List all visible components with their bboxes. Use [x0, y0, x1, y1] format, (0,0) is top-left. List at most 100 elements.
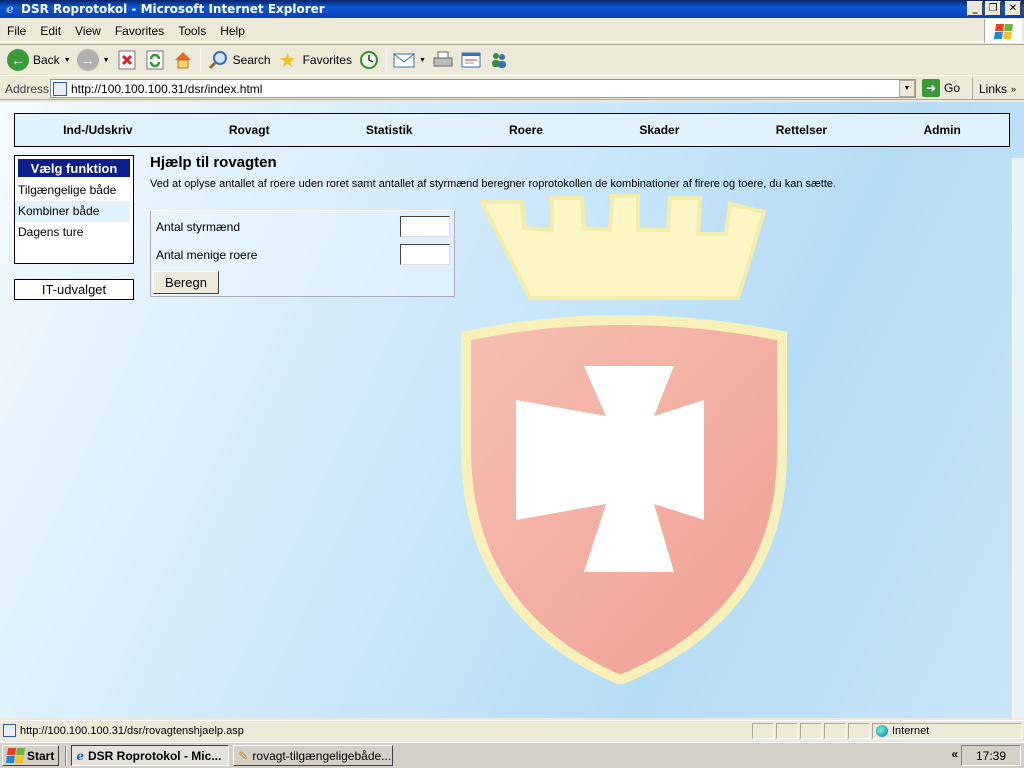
menu-help[interactable]: Help [213, 24, 252, 38]
stop-button[interactable] [113, 46, 141, 74]
favorites-button[interactable]: ★ Favorites [274, 46, 355, 74]
taskbar-item-ie[interactable]: e DSR Roprotokol - Mic... [71, 745, 230, 766]
address-label: Address [5, 81, 50, 96]
it-udvalget-link[interactable]: IT-udvalget [14, 279, 134, 300]
back-arrow-icon: ← [7, 49, 29, 71]
system-tray: 17:39 [961, 745, 1021, 766]
chevron-right-icon: » [1011, 84, 1017, 94]
security-zone: Internet [872, 723, 1022, 739]
refresh-icon [144, 49, 166, 71]
taskbar-item-label: rovagt-tilgængeligebåde... [252, 748, 392, 763]
page-description: Ved at oplyse antallet af roere uden ror… [150, 178, 837, 190]
nav-ind-udskriv[interactable]: Ind-/Udskriv [63, 123, 132, 137]
sidebar-item-tilgaengelige-baade[interactable]: Tilgængelige både [15, 180, 133, 201]
function-sidebar: Vælg funktion Tilgængelige både Kombiner… [14, 155, 134, 264]
paint-icon: ✎ [238, 748, 249, 763]
messenger-button[interactable] [485, 46, 513, 74]
back-button[interactable]: ← Back ▼ [4, 46, 74, 74]
menu-favorites[interactable]: Favorites [108, 24, 171, 38]
crest-watermark-icon [461, 194, 787, 684]
home-button[interactable] [169, 46, 197, 74]
forward-arrow-icon: → [76, 49, 99, 71]
ie-icon: e [76, 748, 84, 763]
window-title-bar[interactable]: e DSR Roprotokol - Microsoft Internet Ex… [0, 0, 1024, 18]
address-input[interactable]: http://100.100.100.31/dsr/index.html ▼ [50, 79, 916, 98]
taskbar-item-paint[interactable]: ✎ rovagt-tilgængeligebåde... [233, 745, 394, 766]
address-dropdown-icon[interactable]: ▼ [899, 80, 915, 97]
sidebar-header: Vælg funktion [18, 159, 130, 177]
nav-rettelser[interactable]: Rettelser [776, 123, 827, 137]
history-icon [358, 49, 380, 71]
sidebar-item-kombiner-baade[interactable]: Kombiner både [15, 201, 130, 222]
beregn-button[interactable]: Beregn [153, 271, 219, 294]
page-icon [53, 81, 67, 96]
search-icon [207, 49, 229, 71]
printer-icon [432, 49, 454, 71]
vertical-scrollbar[interactable] [1012, 158, 1024, 718]
menu-view[interactable]: View [68, 24, 108, 38]
taskbar-separator [65, 745, 68, 766]
status-url: http://100.100.100.31/dsr/rovagtenshjael… [20, 724, 244, 737]
stop-icon [116, 49, 138, 71]
windows-logo-icon [984, 19, 1022, 43]
nav-roere[interactable]: Roere [509, 123, 543, 137]
taskbar: Start e DSR Roprotokol - Mic... ✎ rovagt… [0, 742, 1024, 768]
nav-statistik[interactable]: Statistik [366, 123, 413, 137]
go-arrow-icon: ➜ [922, 79, 940, 97]
toolbar: ← Back ▼ → ▼ Search ★ Favorites ▼ [0, 44, 1024, 76]
restore-button[interactable]: ❐ [985, 1, 1001, 16]
history-button[interactable] [355, 46, 383, 74]
favorites-star-icon: ★ [278, 49, 297, 72]
status-bar: http://100.100.100.31/dsr/rovagtenshjael… [0, 720, 1024, 740]
back-dropdown-icon[interactable]: ▼ [64, 57, 71, 64]
menu-edit[interactable]: Edit [33, 24, 68, 38]
toolbar-separator [199, 48, 201, 72]
forward-dropdown-icon[interactable]: ▼ [103, 57, 110, 64]
styrmaend-input[interactable] [400, 216, 450, 237]
print-button[interactable] [429, 46, 457, 74]
refresh-button[interactable] [141, 46, 169, 74]
mail-dropdown-icon[interactable]: ▼ [419, 57, 426, 64]
favorites-label: Favorites [302, 53, 352, 67]
close-button[interactable]: ✕ [1005, 1, 1021, 16]
start-button[interactable]: Start [2, 745, 60, 766]
menu-bar: File Edit View Favorites Tools Help [0, 20, 1024, 42]
search-label: Search [232, 53, 271, 67]
mail-icon [393, 49, 415, 71]
page-icon [3, 724, 16, 737]
clock[interactable]: 17:39 [976, 749, 1006, 763]
links-label: Links [979, 82, 1008, 96]
page-title: Hjælp til rovagten [150, 154, 277, 171]
mail-button[interactable]: ▼ [390, 46, 429, 74]
window-title: DSR Roprotokol - Microsoft Internet Expl… [21, 2, 325, 16]
ie-icon: e [6, 2, 14, 16]
calculation-form: Antal styrmænd Antal menige roere Beregn [150, 210, 455, 297]
tray-expand-icon[interactable]: « [951, 747, 958, 761]
sidebar-item-dagens-ture[interactable]: Dagens ture [15, 222, 133, 243]
nav-rovagt[interactable]: Rovagt [229, 123, 270, 137]
page-content: Ind-/Udskriv Rovagt Statistik Roere Skad… [0, 102, 1024, 718]
forward-button[interactable]: → ▼ [74, 46, 113, 74]
nav-skader[interactable]: Skader [639, 123, 679, 137]
search-button[interactable]: Search [204, 46, 274, 74]
menu-tools[interactable]: Tools [171, 24, 213, 38]
menige-roere-label: Antal menige roere [156, 248, 258, 262]
go-button[interactable]: ➜ Go [922, 79, 960, 97]
taskbar-item-label: DSR Roprotokol - Mic... [87, 748, 222, 763]
status-panes [752, 723, 870, 739]
address-url: http://100.100.100.31/dsr/index.html [71, 81, 263, 96]
menu-file[interactable]: File [0, 24, 33, 38]
nav-admin[interactable]: Admin [923, 123, 960, 137]
styrmaend-label: Antal styrmænd [156, 220, 241, 234]
windows-flag-icon [5, 748, 26, 763]
address-bar: Address http://100.100.100.31/dsr/index.… [0, 78, 1024, 100]
links-button[interactable]: Links » [972, 78, 1016, 100]
top-navigation: Ind-/Udskriv Rovagt Statistik Roere Skad… [14, 113, 1010, 147]
home-icon [172, 49, 194, 71]
menige-roere-input[interactable] [400, 244, 450, 265]
edit-button[interactable] [457, 46, 485, 74]
start-label: Start [27, 748, 55, 763]
back-label: Back [33, 53, 60, 67]
globe-icon [876, 725, 888, 737]
minimize-button[interactable]: _ [967, 1, 983, 16]
